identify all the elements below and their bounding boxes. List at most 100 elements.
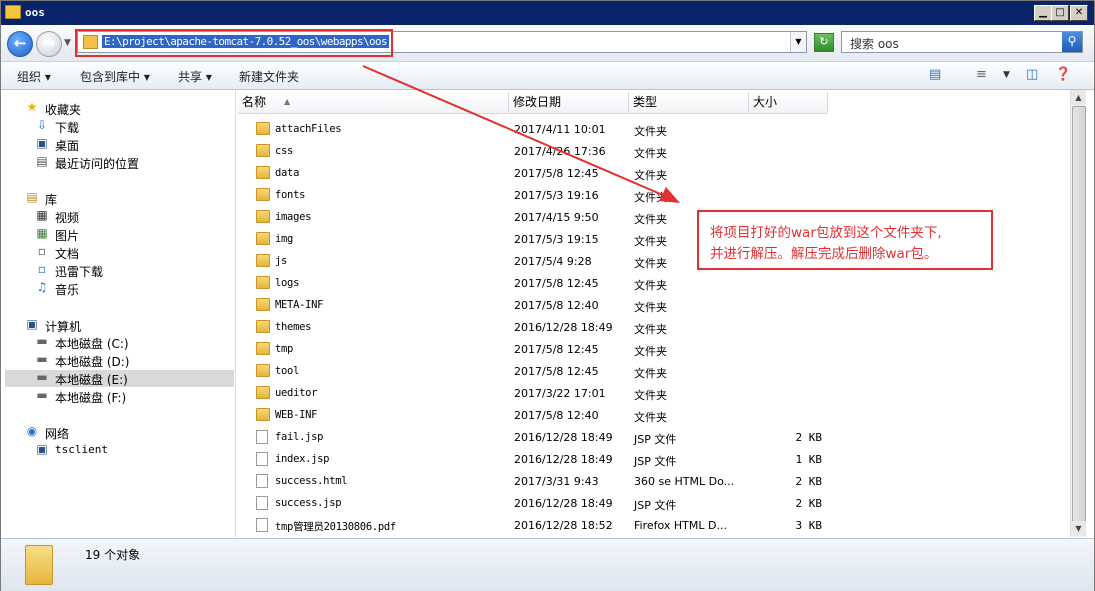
file-name: img: [275, 233, 294, 245]
maximize-button[interactable]: □: [1051, 5, 1069, 21]
scroll-up-icon[interactable]: ▲: [1071, 90, 1086, 105]
sidebar-item-music[interactable]: ♫ 音乐: [35, 280, 225, 298]
search-input[interactable]: 搜索 oos ⚲: [841, 31, 1083, 53]
address-highlight-box: [75, 29, 393, 57]
file-date: 2017/5/8 12:45: [514, 167, 599, 180]
file-date: 2016/12/28 18:52: [514, 519, 613, 532]
history-dropdown-icon[interactable]: ▼: [64, 38, 71, 48]
change-view-icon[interactable]: ▤: [929, 67, 941, 82]
sidebar-computer[interactable]: ▣ 计算机: [25, 317, 225, 335]
folder-icon: [256, 210, 270, 223]
minimize-button[interactable]: ▁: [1034, 5, 1052, 21]
folder-icon: [256, 232, 270, 245]
file-name: ueditor: [275, 387, 318, 399]
sidebar-item-drive-d[interactable]: ▬ 本地磁盘 (D:): [35, 352, 225, 370]
file-row[interactable]: success.html 2017/3/31 9:43 360 se HTML Do…: [238, 471, 1058, 493]
close-button[interactable]: ✕: [1070, 5, 1088, 21]
file-row[interactable]: ueditor 2017/3/22 17:01 文件夹: [238, 383, 1058, 405]
file-type: JSP 文件: [634, 499, 677, 512]
file-row[interactable]: fail.jsp 2016/12/28 18:49 JSP 文件 2 KB: [238, 427, 1058, 449]
search-icon[interactable]: ⚲: [1062, 32, 1082, 52]
file-date: 2016/12/28 18:49: [514, 431, 613, 444]
file-type: 360 se HTML Do...: [634, 475, 735, 488]
forward-button[interactable]: →: [36, 31, 62, 57]
file-name: success.jsp: [275, 497, 342, 509]
refresh-icon[interactable]: ↻: [814, 33, 834, 52]
sidebar-item-drive-e[interactable]: ▬ 本地磁盘 (E:): [5, 370, 234, 387]
file-date: 2017/3/31 9:43: [514, 475, 599, 488]
sidebar-item-recent[interactable]: ▤ 最近访问的位置: [35, 154, 225, 172]
organize-button[interactable]: 组织 ▾: [17, 68, 51, 85]
folder-icon: ▫: [37, 262, 47, 276]
scroll-down-icon[interactable]: ▼: [1071, 521, 1086, 536]
scroll-thumb[interactable]: [1072, 106, 1086, 523]
help-icon[interactable]: ❓: [1055, 67, 1071, 82]
file-row[interactable]: themes 2016/12/28 18:49 文件夹: [238, 317, 1058, 339]
column-header-type[interactable]: 类型: [629, 92, 749, 114]
file-type: Firefox HTML D...: [634, 519, 727, 532]
navigation-pane: ★ 收藏夹 ⇩ 下载 ▣ 桌面 ▤ 最近访问的位置 ▤ 库 ▦ 视频 ▦ 图片 …: [1, 90, 236, 537]
video-icon: ▦: [36, 208, 48, 222]
drive-icon: ▬: [36, 352, 48, 366]
folder-icon: [256, 386, 270, 399]
address-dropdown-icon[interactable]: ▼: [790, 32, 806, 52]
file-row[interactable]: tmp管理员20130806.pdf 2016/12/28 18:52 Firefo…: [238, 515, 1058, 537]
sidebar-item-drive-f[interactable]: ▬ 本地磁盘 (F:): [35, 388, 225, 406]
sidebar-network[interactable]: ◉ 网络: [25, 424, 225, 442]
sidebar-libraries[interactable]: ▤ 库: [25, 190, 225, 208]
file-size: 2 KB: [795, 475, 823, 488]
file-date: 2017/5/8 12:40: [514, 409, 599, 422]
file-type: 文件夹: [634, 191, 667, 204]
file-row[interactable]: tmp 2017/5/8 12:45 文件夹: [238, 339, 1058, 361]
vertical-scrollbar[interactable]: ▲ ▼: [1070, 90, 1086, 537]
file-type: JSP 文件: [634, 433, 677, 446]
include-library-button[interactable]: 包含到库中 ▾: [80, 68, 150, 85]
folder-icon: [25, 545, 53, 585]
file-row[interactable]: WEB-INF 2017/5/8 12:40 文件夹: [238, 405, 1058, 427]
folder-icon: [256, 298, 270, 311]
sidebar-item-downloads[interactable]: ⇩ 下载: [35, 118, 225, 136]
file-row[interactable]: success.jsp 2016/12/28 18:49 JSP 文件 2 KB: [238, 493, 1058, 515]
computer-icon: ▣: [26, 317, 38, 331]
file-name: logs: [275, 277, 300, 289]
file-name: js: [275, 255, 288, 267]
file-row[interactable]: data 2017/5/8 12:45 文件夹: [238, 163, 1058, 185]
column-header-date[interactable]: 修改日期: [509, 92, 629, 114]
file-row[interactable]: attachFiles 2017/4/11 10:01 文件夹: [238, 119, 1058, 141]
folder-icon: [256, 320, 270, 333]
new-folder-button[interactable]: 新建文件夹: [239, 68, 299, 85]
file-row[interactable]: tool 2017/5/8 12:45 文件夹: [238, 361, 1058, 383]
file-row[interactable]: META-INF 2017/5/8 12:40 文件夹: [238, 295, 1058, 317]
sidebar-item-tsclient[interactable]: ▣ tsclient: [35, 442, 225, 459]
sidebar-item-drive-c[interactable]: ▬ 本地磁盘 (C:): [35, 334, 225, 352]
file-date: 2017/5/8 12:45: [514, 343, 599, 356]
details-pane: 19 个对象: [1, 538, 1094, 591]
file-row[interactable]: fonts 2017/5/3 19:16 文件夹: [238, 185, 1058, 207]
file-date: 2017/4/11 10:01: [514, 123, 606, 136]
file-row[interactable]: css 2017/4/26 17:36 文件夹: [238, 141, 1058, 163]
file-date: 2017/3/22 17:01: [514, 387, 606, 400]
folder-icon: [256, 254, 270, 267]
file-date: 2017/5/4 9:28: [514, 255, 592, 268]
back-button[interactable]: ←: [7, 31, 33, 57]
column-header-size[interactable]: 大小: [749, 92, 828, 114]
file-name: fail.jsp: [275, 431, 324, 443]
preview-pane-icon[interactable]: ◫: [1026, 67, 1038, 82]
column-header-name[interactable]: 名称 ▲: [238, 92, 509, 114]
sidebar-item-documents[interactable]: ▫ 文档: [35, 244, 225, 262]
search-placeholder: 搜索 oos: [850, 37, 899, 51]
sidebar-item-thunder-downloads[interactable]: ▫ 迅雷下载: [35, 262, 225, 280]
sidebar-item-pictures[interactable]: ▦ 图片: [35, 226, 225, 244]
file-type: 文件夹: [634, 323, 667, 336]
file-date: 2017/5/8 12:45: [514, 365, 599, 378]
sidebar-favorites[interactable]: ★ 收藏夹: [25, 100, 225, 118]
share-button[interactable]: 共享 ▾: [178, 68, 212, 85]
view-dropdown-icon[interactable]: ▼: [1003, 70, 1010, 80]
sidebar-item-desktop[interactable]: ▣ 桌面: [35, 136, 225, 154]
sidebar-item-videos[interactable]: ▦ 视频: [35, 208, 225, 226]
view-options-icon[interactable]: ≡: [976, 67, 987, 82]
file-row[interactable]: index.jsp 2016/12/28 18:49 JSP 文件 1 KB: [238, 449, 1058, 471]
file-icon: [256, 452, 268, 466]
file-type: 文件夹: [634, 367, 667, 380]
file-row[interactable]: logs 2017/5/8 12:45 文件夹: [238, 273, 1058, 295]
